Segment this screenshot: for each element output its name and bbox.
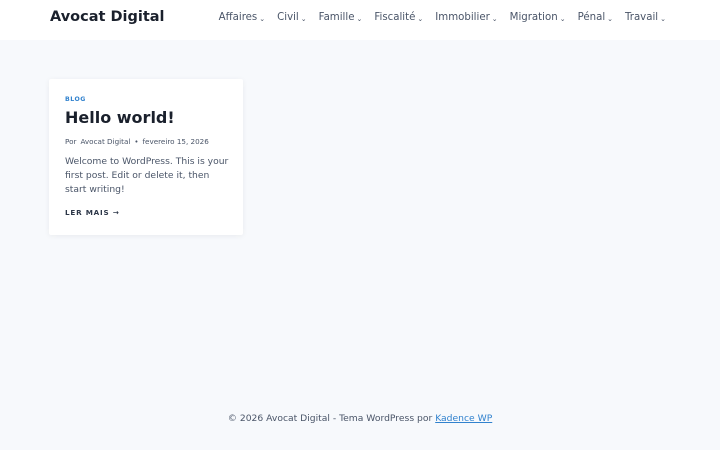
read-more-link[interactable]: LER MAIS → <box>65 208 120 217</box>
chevron-down-icon: ⌄ <box>259 14 266 23</box>
post-card: BLOG Hello world! Por Avocat Digital • f… <box>49 79 243 235</box>
meta-prefix: Por <box>65 137 77 146</box>
nav-item-label: Famille <box>318 12 355 23</box>
nav-item-famille[interactable]: Famille ⌄ <box>319 12 363 23</box>
chevron-down-icon: ⌄ <box>300 14 307 23</box>
footer-theme-link[interactable]: Kadence WP <box>435 413 492 424</box>
nav-item-immobilier[interactable]: Immobilier ⌄ <box>435 12 497 23</box>
nav-item-affaires[interactable]: Affaires ⌄ <box>219 12 265 23</box>
nav-item-label: Fiscalité <box>374 12 416 23</box>
site-header: Avocat Digital Affaires ⌄ Civil ⌄ Famill… <box>0 0 720 40</box>
meta-separator: • <box>134 137 139 146</box>
main-nav: Affaires ⌄ Civil ⌄ Famille ⌄ Fiscalité ⌄… <box>219 12 666 23</box>
nav-item-travail[interactable]: Travail ⌄ <box>625 12 666 23</box>
post-meta: Por Avocat Digital • fevereiro 15, 2026 <box>65 137 209 146</box>
nav-item-penal[interactable]: Pénal ⌄ <box>578 12 613 23</box>
nav-item-label: Pénal <box>577 12 606 23</box>
nav-item-label: Travail <box>625 12 659 23</box>
nav-item-fiscalite[interactable]: Fiscalité ⌄ <box>374 12 423 23</box>
chevron-down-icon: ⌄ <box>417 14 424 23</box>
post-title-link[interactable]: Hello world! <box>65 108 175 127</box>
site-footer: © 2026 Avocat Digital - Tema WordPress p… <box>0 413 720 424</box>
chevron-down-icon: ⌄ <box>491 14 498 23</box>
chevron-down-icon: ⌄ <box>356 14 363 23</box>
nav-item-label: Affaires <box>218 12 258 23</box>
chevron-down-icon: ⌄ <box>660 14 666 23</box>
post-excerpt: Welcome to WordPress. This is your first… <box>65 156 229 195</box>
post-category-link[interactable]: BLOG <box>65 96 86 103</box>
nav-item-label: Migration <box>509 12 558 23</box>
post-date: fevereiro 15, 2026 <box>142 137 209 146</box>
site-title[interactable]: Avocat Digital <box>50 9 165 25</box>
footer-text: © 2026 Avocat Digital - Tema WordPress p… <box>227 413 433 424</box>
post-author-link[interactable]: Avocat Digital <box>80 137 130 146</box>
chevron-down-icon: ⌄ <box>559 14 566 23</box>
nav-item-label: Immobilier <box>435 12 490 23</box>
nav-item-label: Civil <box>277 12 299 23</box>
nav-item-civil[interactable]: Civil ⌄ <box>277 12 307 23</box>
nav-item-migration[interactable]: Migration ⌄ <box>510 12 566 23</box>
chevron-down-icon: ⌄ <box>607 14 614 23</box>
